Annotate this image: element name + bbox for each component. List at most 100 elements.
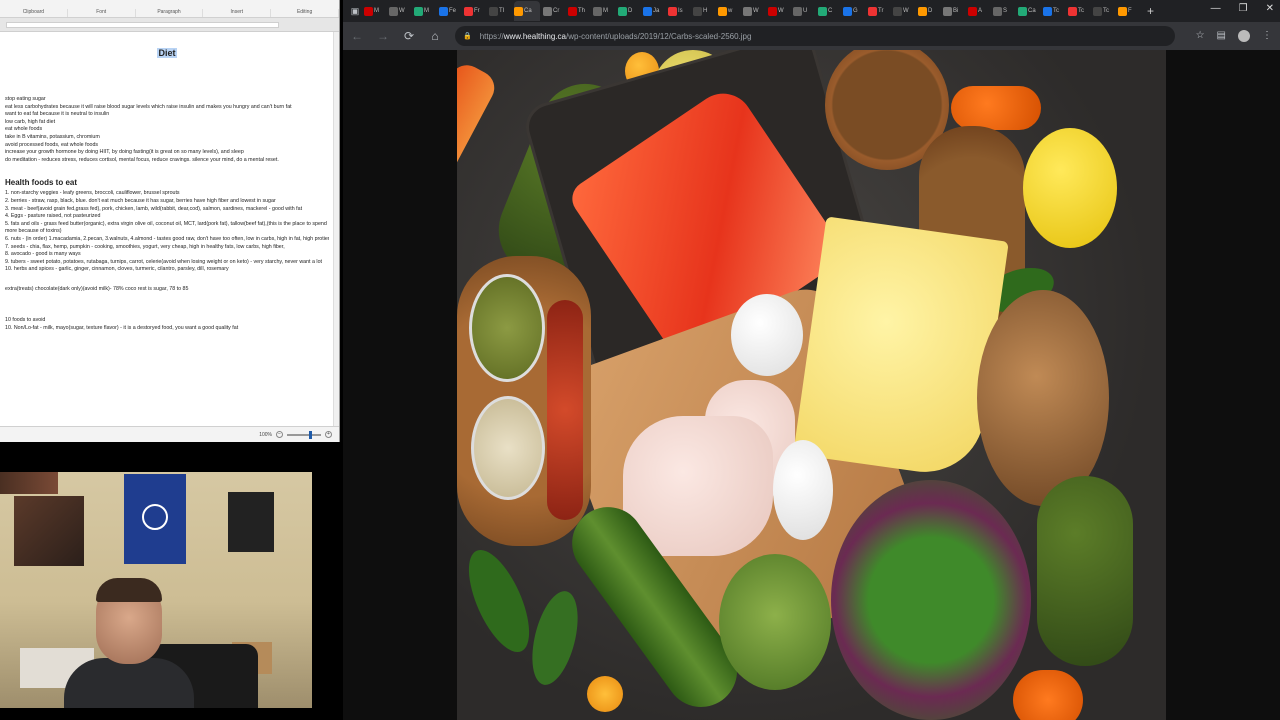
- tab-title: Cr: [553, 8, 560, 14]
- ruler[interactable]: [0, 18, 339, 32]
- ribbon-group-font[interactable]: Font: [68, 9, 136, 17]
- close-icon[interactable]: ✕: [1266, 3, 1274, 14]
- browser-tab[interactable]: W: [389, 3, 411, 19]
- list-item: 1. non-starchy veggies - leafy greens, b…: [5, 190, 180, 197]
- favorites-icon[interactable]: ☆: [1196, 30, 1205, 42]
- tab-title: Ca: [524, 8, 532, 14]
- tab-favicon-icon: [693, 6, 702, 16]
- browser-tab[interactable]: Is: [668, 3, 690, 19]
- tab-actions-icon[interactable]: ▣: [349, 6, 361, 17]
- tab-favicon-icon: [743, 6, 752, 16]
- browser-tab[interactable]: D: [618, 3, 640, 19]
- browser-tab[interactable]: Tc: [1068, 3, 1090, 19]
- tab-title: G: [853, 8, 858, 14]
- browser-tab[interactable]: H: [693, 3, 715, 19]
- tab-title: Fr: [474, 8, 480, 14]
- wall-poster: [14, 496, 84, 566]
- tab-title: Ca: [1028, 8, 1036, 14]
- browser-tab[interactable]: W: [743, 3, 765, 19]
- address-bar[interactable]: 🔒 https://www.healthing.ca/wp-content/up…: [455, 26, 1175, 46]
- note-line: eat less carbohydrates because it will r…: [5, 103, 292, 110]
- browser-tab[interactable]: Fe: [439, 3, 461, 19]
- egg: [731, 294, 803, 376]
- browser-tab[interactable]: Ja: [643, 3, 665, 19]
- tab-favicon-icon: [1018, 6, 1027, 16]
- document-page[interactable]: Diet stop eating sugar eat less carbohyd…: [0, 32, 334, 426]
- tab-title: Bi: [953, 8, 959, 14]
- browser-tab[interactable]: Tr: [868, 3, 890, 19]
- browser-tab[interactable]: Tc: [1043, 3, 1065, 19]
- browser-tab[interactable]: TI: [489, 3, 511, 19]
- ribbon-group-clipboard[interactable]: Clipboard: [0, 9, 68, 17]
- tab-title: Tc: [1103, 8, 1109, 14]
- browser-tab[interactable]: Ca: [1018, 3, 1040, 19]
- forward-icon[interactable]: →: [377, 29, 389, 43]
- tab-title: W: [903, 8, 909, 14]
- list-item: 9. tubers - sweet potato, potatoes, ruta…: [5, 258, 322, 265]
- lemon: [1023, 128, 1117, 248]
- browser-tab[interactable]: S: [993, 3, 1015, 19]
- tab-favicon-icon: [1068, 6, 1077, 16]
- reload-icon[interactable]: ⟳: [403, 29, 415, 43]
- food-photo[interactable]: [457, 50, 1166, 720]
- browser-tab[interactable]: A: [968, 3, 990, 19]
- browser-tab[interactable]: F: [1118, 3, 1140, 19]
- collections-icon[interactable]: ▤: [1217, 30, 1226, 42]
- tab-favicon-icon: [668, 6, 677, 16]
- browser-tab[interactable]: Bi: [943, 3, 965, 19]
- profile-avatar[interactable]: [1238, 30, 1250, 42]
- home-icon[interactable]: ⌂: [429, 29, 441, 43]
- url-text[interactable]: https://www.healthing.ca/wp-content/uplo…: [480, 32, 752, 41]
- back-icon[interactable]: ←: [351, 29, 363, 43]
- wall-poster: [228, 492, 274, 552]
- minimize-icon[interactable]: —: [1211, 3, 1221, 14]
- browser-tab[interactable]: M: [593, 3, 615, 19]
- browser-tab[interactable]: M: [364, 3, 386, 19]
- browser-tab[interactable]: Ca: [514, 1, 540, 21]
- word-ribbon: Clipboard Font Paragraph Insert Editing: [0, 0, 339, 18]
- url-path: /wp-content/uploads/2019/12/Carbs-scaled…: [566, 31, 752, 41]
- vertical-scrollbar[interactable]: [333, 32, 339, 426]
- note-line: take in B vitamins, potassium, chromium: [5, 133, 100, 140]
- new-tab-button[interactable]: +: [1147, 4, 1154, 18]
- browser-tab[interactable]: G: [843, 3, 865, 19]
- zoom-slider-thumb[interactable]: [309, 430, 312, 439]
- lock-icon[interactable]: 🔒: [463, 32, 472, 40]
- tab-favicon-icon: [568, 6, 577, 16]
- browser-tab[interactable]: Th: [568, 3, 590, 19]
- status-bar: 100% − +: [0, 426, 339, 442]
- browser-tab[interactable]: Cr: [543, 3, 565, 19]
- leaf: [457, 541, 542, 661]
- menu-icon[interactable]: ⋮: [1262, 30, 1272, 42]
- browser-tab[interactable]: D: [918, 3, 940, 19]
- browser-tab[interactable]: W: [768, 3, 790, 19]
- browser-window: ▣ M W M Fe Fr TI Ca Cr Th M D Ja Is Hw W W U C G Tr W D Bi A S Ca…: [343, 0, 1280, 720]
- browser-tab[interactable]: U: [793, 3, 815, 19]
- browser-tab[interactable]: W: [893, 3, 915, 19]
- tab-title: Fe: [449, 8, 457, 14]
- tab-title: W: [399, 8, 405, 14]
- document-title: Diet: [5, 48, 329, 58]
- ribbon-group-paragraph[interactable]: Paragraph: [136, 9, 204, 17]
- browser-tab[interactable]: Tc: [1093, 3, 1115, 19]
- webcam-feed: [0, 472, 312, 708]
- wall-flag: [124, 474, 186, 564]
- browser-tab[interactable]: M: [414, 3, 436, 19]
- note-line: do meditation - reduces stress, reduces …: [5, 156, 279, 163]
- browser-tab[interactable]: w: [718, 3, 740, 19]
- zoom-in-icon[interactable]: +: [325, 431, 332, 438]
- ribbon-group-editing[interactable]: Editing: [271, 9, 339, 17]
- browser-tab[interactable]: Fr: [464, 3, 486, 19]
- list-item: 3. meat - beef(avoid grain fed,grass fed…: [5, 205, 303, 212]
- browser-tab[interactable]: C: [818, 3, 840, 19]
- tab-favicon-icon: [489, 6, 498, 16]
- zoom-out-icon[interactable]: −: [276, 431, 283, 438]
- coconut: [977, 290, 1109, 506]
- browser-toolbar: ← → ⟳ ⌂ 🔒 https://www.healthing.ca/wp-co…: [343, 22, 1280, 50]
- toolbar-icons: ☆ ▤ ⋮: [1196, 30, 1272, 42]
- zoom-slider[interactable]: [287, 430, 321, 439]
- tab-title: M: [374, 8, 379, 14]
- ribbon-group-insert[interactable]: Insert: [203, 9, 272, 17]
- maximize-icon[interactable]: ❐: [1239, 3, 1248, 14]
- list-item: 2. berries - straw, rasp, black, blue. d…: [5, 197, 276, 204]
